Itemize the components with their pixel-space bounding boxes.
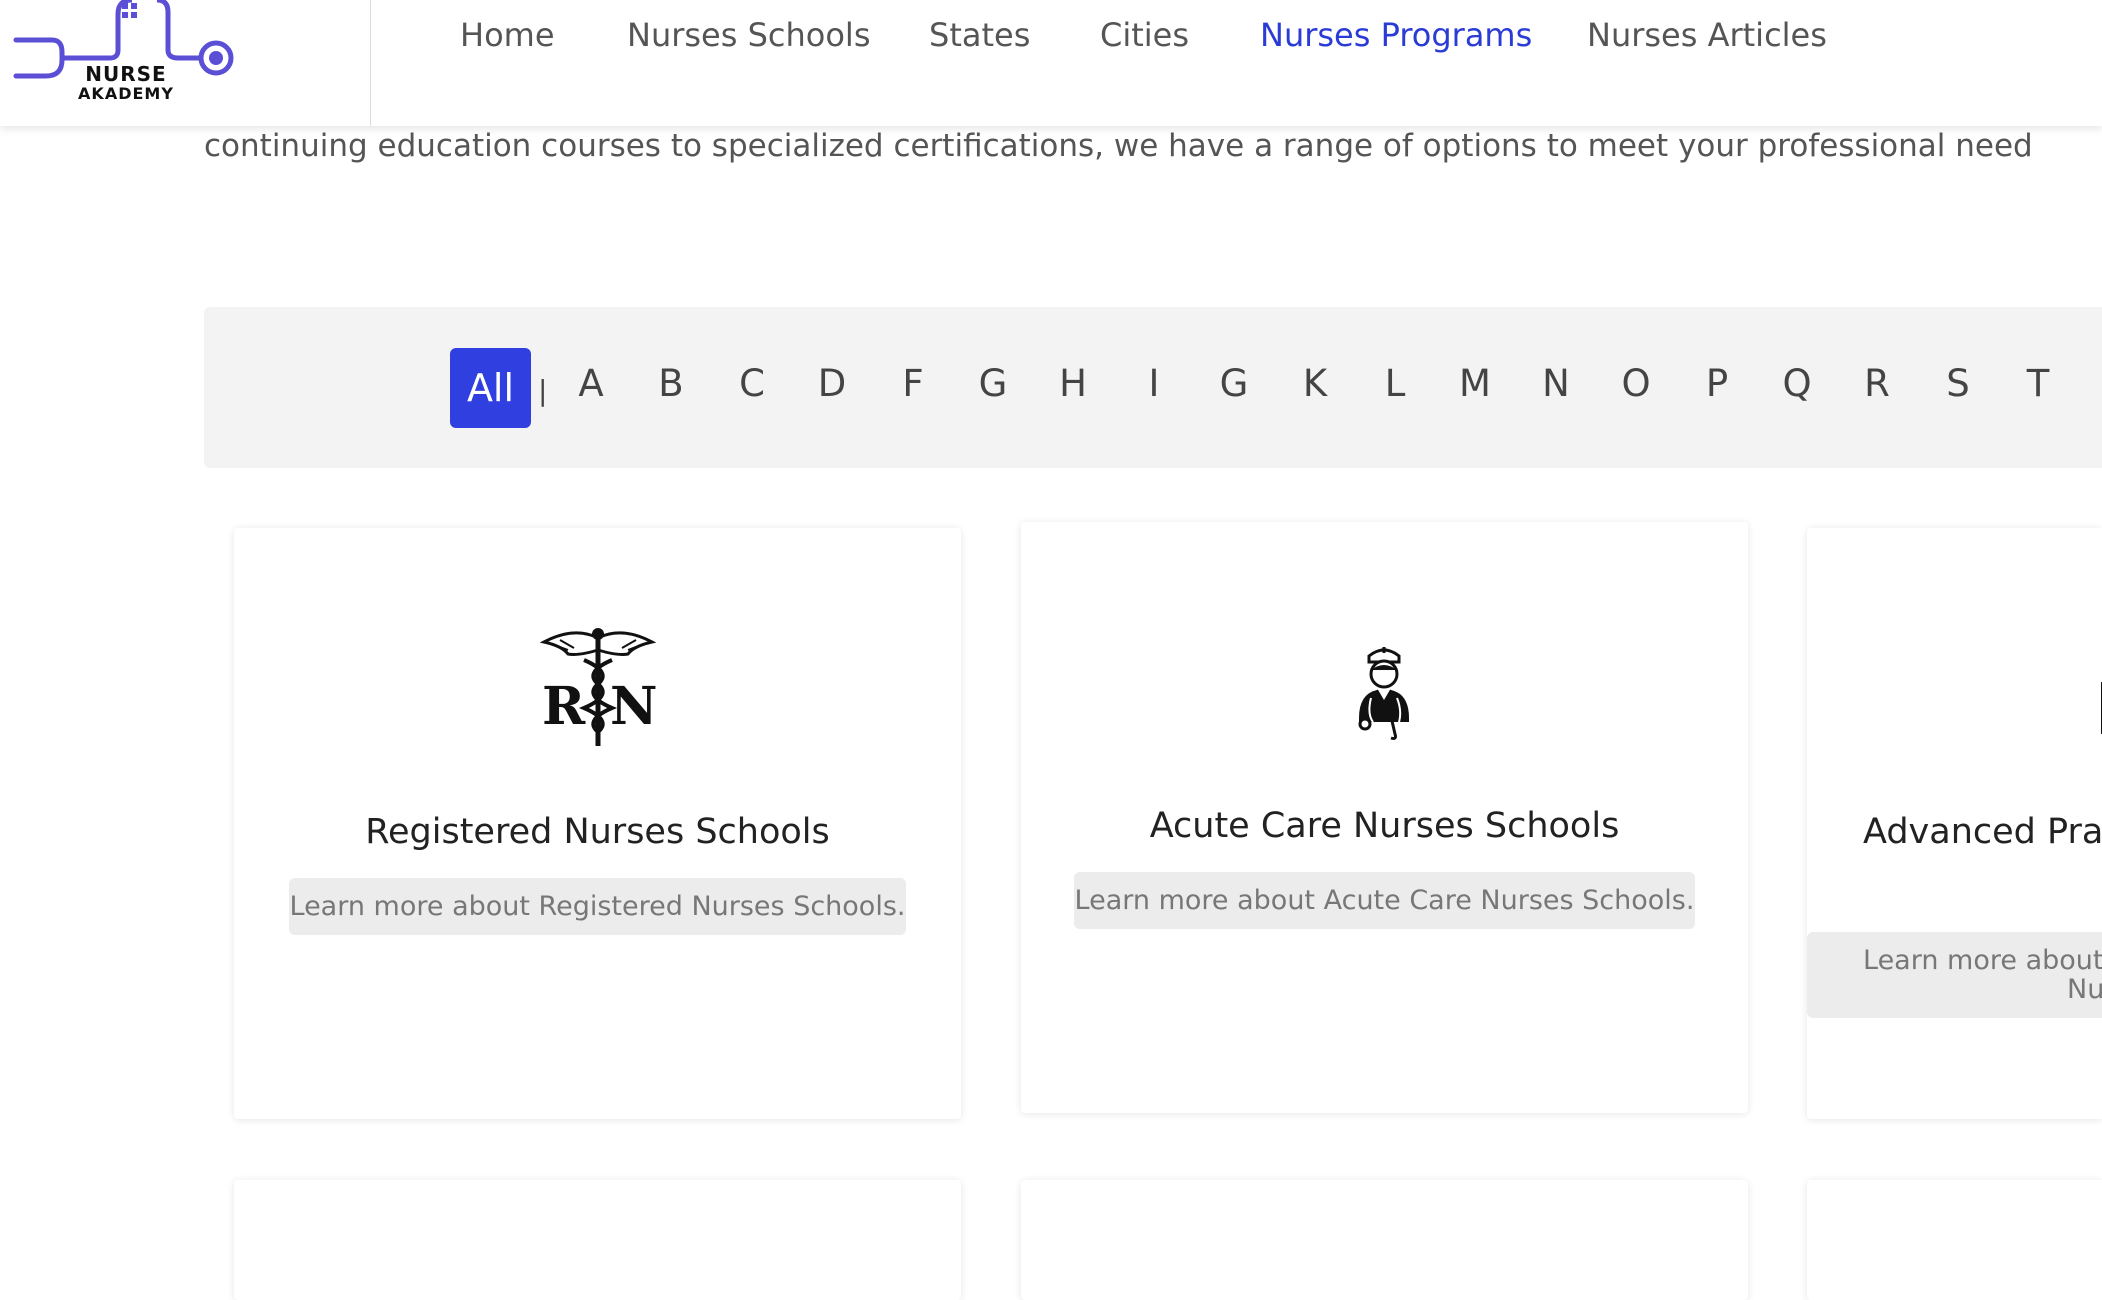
alphabet-filter-letter[interactable]: B: [651, 362, 691, 405]
card-title: Registered Nurses Schools: [365, 812, 830, 852]
logo[interactable]: NURSE AKADEMY: [0, 0, 371, 126]
alphabet-filter-letter[interactable]: P: [1697, 362, 1737, 405]
nav-cities[interactable]: Cities: [1100, 16, 1189, 54]
nav-states[interactable]: States: [929, 16, 1030, 54]
program-card[interactable]: [1807, 1180, 2102, 1300]
nurse-figure-icon: [1358, 647, 1409, 740]
program-card[interactable]: [1021, 1180, 1748, 1300]
alphabet-filter-letter[interactable]: G: [1214, 362, 1254, 405]
alphabet-filter-letter[interactable]: C: [732, 362, 772, 405]
nav-nurses-programs[interactable]: Nurses Programs: [1260, 16, 1532, 54]
card-title: Acute Care Nurses Schools: [1149, 806, 1620, 846]
alphabet-filter-letter[interactable]: L: [1375, 362, 1415, 405]
nav-nurses-articles[interactable]: Nurses Articles: [1587, 16, 1827, 54]
program-card[interactable]: [234, 1180, 961, 1300]
program-card[interactable]: Advanced Prac Learn more about Nu: [1807, 528, 2102, 1119]
alphabet-separator: |: [538, 374, 548, 407]
site-header: NURSE AKADEMY Home Nurses Schools States…: [0, 0, 2102, 126]
alphabet-filter-letter[interactable]: N: [1536, 362, 1576, 405]
program-card[interactable]: R N Registered Nurses Schools Learn more…: [234, 528, 961, 1119]
card-link-line1: Learn more about: [1863, 945, 2102, 976]
alphabet-filter-letter[interactable]: F: [893, 362, 933, 405]
card-learn-more-link[interactable]: Learn more about Acute Care Nurses Schoo…: [1074, 872, 1695, 929]
card-link-line2: Nu: [2067, 974, 2102, 1005]
card-learn-more-link[interactable]: Learn more about Nu: [1807, 932, 2102, 1018]
alphabet-filter-letter[interactable]: Q: [1777, 362, 1817, 405]
logo-text-akademy: AKADEMY: [78, 84, 174, 103]
alphabet-filter-letter[interactable]: S: [1938, 362, 1978, 405]
card-title: Advanced Prac: [1863, 812, 2102, 852]
alphabet-filter-letter[interactable]: M: [1455, 362, 1495, 405]
svg-text:R: R: [542, 676, 586, 737]
alphabet-filter-letter[interactable]: H: [1053, 362, 1093, 405]
nav-home[interactable]: Home: [460, 16, 555, 54]
nav-nurses-schools[interactable]: Nurses Schools: [627, 16, 870, 54]
nurse-icon: [2101, 682, 2102, 734]
alphabet-filter-letter[interactable]: D: [812, 362, 852, 405]
alphabet-filter-letter[interactable]: A: [571, 362, 611, 405]
alphabet-filter-letter[interactable]: I: [1134, 362, 1174, 405]
alphabet-filter-letter[interactable]: O: [1616, 362, 1656, 405]
alphabet-filter-letter[interactable]: T: [2018, 362, 2058, 405]
card-learn-more-link[interactable]: Learn more about Registered Nurses Schoo…: [289, 878, 906, 935]
alphabet-filter-letter[interactable]: K: [1295, 362, 1335, 405]
alphabet-filter-all[interactable]: All: [450, 348, 531, 428]
program-card[interactable]: Acute Care Nurses Schools Learn more abo…: [1021, 522, 1748, 1113]
logo-text-nurse: NURSE: [85, 62, 167, 86]
intro-text: continuing education courses to speciali…: [204, 128, 2033, 164]
rn-caduceus-icon: R N: [539, 628, 658, 746]
alphabet-filter-letter[interactable]: R: [1857, 362, 1897, 405]
alphabet-filter-letter[interactable]: G: [973, 362, 1013, 405]
svg-text:N: N: [610, 676, 658, 737]
